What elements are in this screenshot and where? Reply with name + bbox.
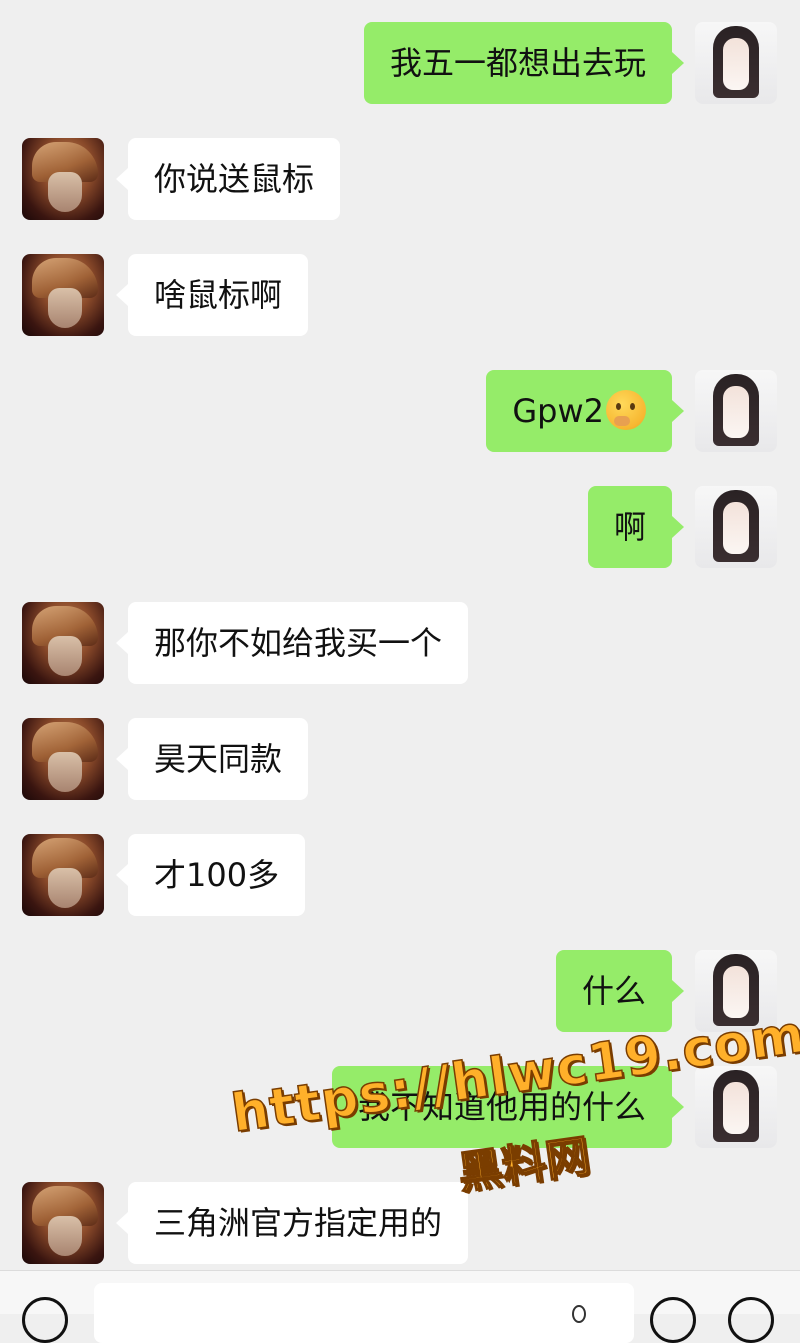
message-text: 三角洲官方指定用的 (154, 1204, 443, 1242)
avatar-contact[interactable] (22, 138, 104, 220)
message-bubble-sent[interactable]: 我五一都想出去玩 (363, 22, 685, 104)
message-text: 那你不如给我买一个 (154, 624, 443, 662)
message-bubble-sent[interactable]: 我不知道他用的什么 (331, 1066, 685, 1148)
message-text: 我五一都想出去玩 (389, 44, 646, 82)
plus-icon[interactable] (728, 1297, 774, 1343)
message-bubble-received[interactable]: 你说送鼠标 (115, 138, 341, 220)
message-text: 啊 (613, 508, 646, 546)
avatar-self[interactable] (695, 370, 777, 452)
message-bubble-received[interactable]: 才100多 (115, 834, 306, 916)
message-bubble-sent[interactable]: Gpw2 (486, 370, 684, 452)
avatar-self[interactable] (695, 1066, 777, 1148)
message-bubble-sent[interactable]: 什么 (555, 950, 685, 1032)
avatar-contact[interactable] (22, 254, 104, 336)
input-toolbar (0, 1270, 800, 1343)
avatar-contact[interactable] (22, 1182, 104, 1264)
message-text: 啥鼠标啊 (154, 276, 283, 314)
input-cursor-icon (572, 1305, 586, 1323)
message-bubble-received[interactable]: 三角洲官方指定用的 (115, 1182, 469, 1264)
message-text: 你说送鼠标 (154, 160, 315, 198)
voice-icon[interactable] (22, 1297, 68, 1343)
avatar-self[interactable] (695, 950, 777, 1032)
message-bubble-received[interactable]: 那你不如给我买一个 (115, 602, 469, 684)
message-text: 什么 (581, 972, 646, 1010)
message-text: 昊天同款 (154, 740, 283, 778)
avatar-self[interactable] (695, 22, 777, 104)
message-input[interactable] (94, 1283, 634, 1343)
message-bubble-received[interactable]: 啥鼠标啊 (115, 254, 309, 336)
emoji-icon[interactable] (650, 1297, 696, 1343)
avatar-self[interactable] (695, 486, 777, 568)
avatar-contact[interactable] (22, 718, 104, 800)
thinking-face-icon (606, 390, 646, 430)
message-text: 才100多 (154, 856, 280, 894)
message-bubble-received[interactable]: 昊天同款 (115, 718, 309, 800)
message-text: Gpw2 (512, 392, 604, 430)
message-text: 我不知道他用的什么 (357, 1088, 646, 1126)
avatar-contact[interactable] (22, 602, 104, 684)
avatar-contact[interactable] (22, 834, 104, 916)
chat-area: 我五一都想出去玩 你说送鼠标 啥鼠标啊 Gpw2 啊 那你不如给我买一个 昊天同… (0, 0, 800, 1270)
message-bubble-sent[interactable]: 啊 (587, 486, 685, 568)
